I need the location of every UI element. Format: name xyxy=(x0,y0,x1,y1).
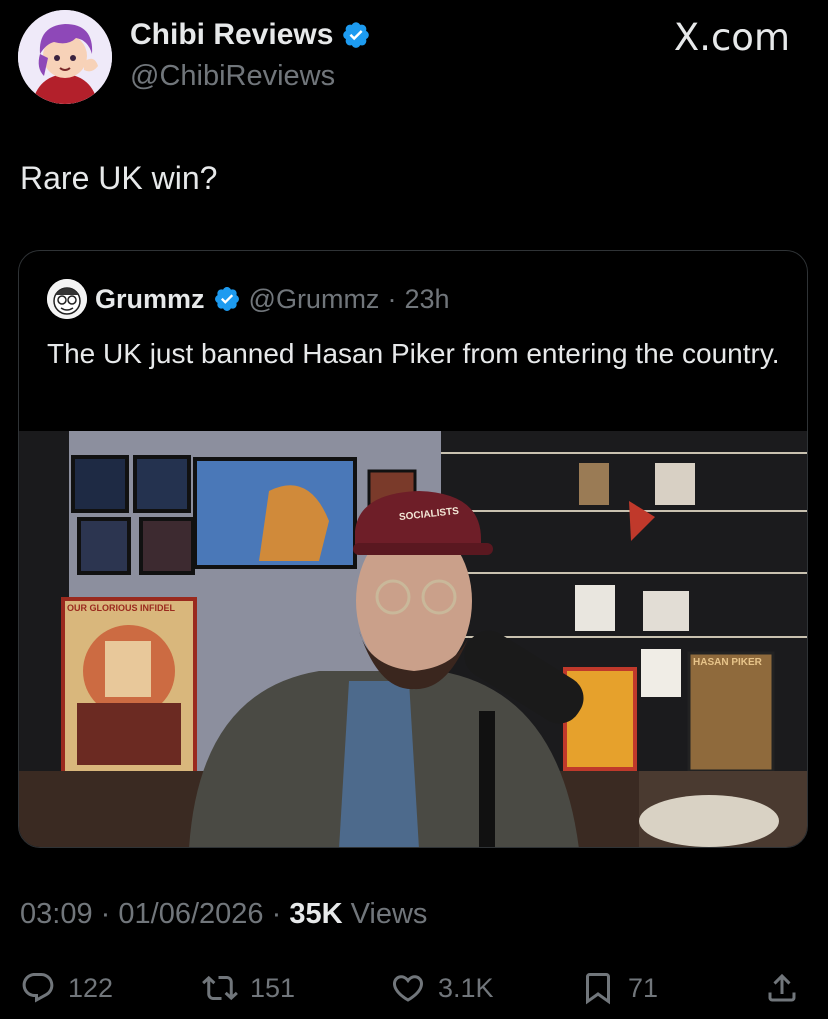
separator-dot: · xyxy=(100,898,111,930)
author-name-row[interactable]: Chibi Reviews xyxy=(130,18,371,52)
bookmark-count: 71 xyxy=(628,972,659,1003)
verified-badge-icon xyxy=(343,22,370,48)
site-label: X.com xyxy=(673,16,790,59)
tweet-text: Rare UK win? xyxy=(20,160,218,196)
quoted-tweet-card[interactable]: Grummz @Grummz · 23h The UK just banned … xyxy=(18,250,808,848)
repost-button[interactable]: 151 xyxy=(202,966,295,1010)
separator-dot: · xyxy=(387,283,397,314)
share-button[interactable] xyxy=(764,966,800,1010)
bookmark-icon xyxy=(586,973,610,1005)
quoted-tweet-time[interactable]: 23h xyxy=(404,284,449,315)
author-avatar[interactable] xyxy=(18,10,112,104)
quoted-author-name[interactable]: Grummz xyxy=(95,284,205,315)
reply-button[interactable]: 122 xyxy=(20,966,113,1010)
share-icon xyxy=(768,973,796,1002)
author-handle[interactable]: @ChibiReviews xyxy=(130,60,335,93)
tweet-time[interactable]: 03:09 xyxy=(20,898,93,930)
repost-icon xyxy=(202,975,238,1001)
views-label: Views xyxy=(350,898,428,930)
tweet-date[interactable]: 01/06/2026 xyxy=(118,898,263,930)
quoted-tweet-media[interactable]: SOCIALISTS OUR GLORIOUS INFIDEL HASAN PI… xyxy=(19,431,807,847)
like-button[interactable]: 3.1K xyxy=(390,966,494,1010)
quoted-author-avatar[interactable] xyxy=(47,279,87,319)
action-bar: 122 151 3.1K 71 xyxy=(20,966,810,1010)
poster-left-text: OUR GLORIOUS INFIDEL xyxy=(67,603,175,613)
author-name[interactable]: Chibi Reviews xyxy=(130,18,333,52)
poster-right-text: HASAN PIKER xyxy=(693,657,762,668)
tweet-meta: 03:09 · 01/06/2026 · 35K Views xyxy=(20,898,427,931)
reply-icon xyxy=(22,973,54,1003)
bookmark-button[interactable]: 71 xyxy=(580,966,658,1010)
heart-icon xyxy=(392,975,424,1002)
reply-count: 122 xyxy=(68,972,114,1003)
repost-count: 151 xyxy=(250,972,296,1003)
verified-badge-icon xyxy=(214,287,239,311)
quoted-tweet-text: The UK just banned Hasan Piker from ente… xyxy=(47,338,780,369)
views-count: 35K xyxy=(289,898,343,930)
separator-dot: · xyxy=(271,898,282,930)
quoted-tweet-header: Grummz @Grummz · 23h xyxy=(47,279,450,319)
like-count: 3.1K xyxy=(438,972,494,1003)
quoted-author-handle[interactable]: @Grummz xyxy=(249,284,380,315)
stream-video-thumbnail xyxy=(19,431,807,847)
